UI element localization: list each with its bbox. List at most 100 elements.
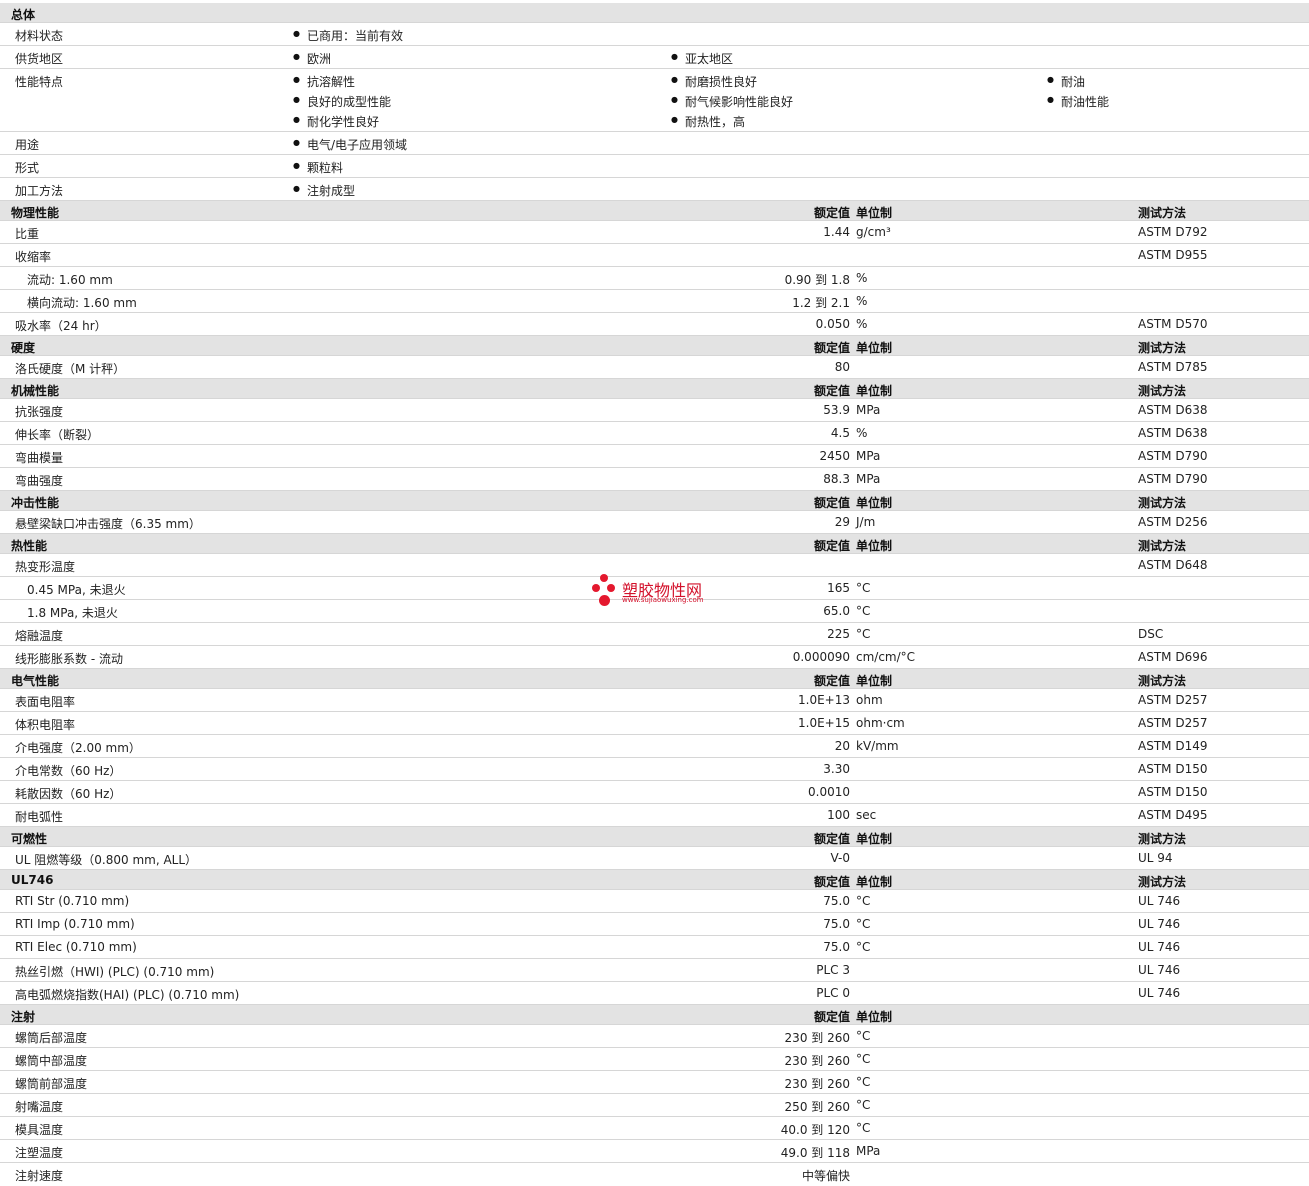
table-row: 耐电弧性 100 sec ASTM D495 [0,804,1309,827]
row-method: UL 746 [1138,963,1181,977]
row-method: UL 94 [1138,851,1173,865]
col-header-method: 测试方法 [1138,341,1187,355]
row-unit: °C [856,1075,871,1089]
row-unit: °C [856,1052,871,1066]
row-unit: °C [856,894,871,908]
list-item: 耐油 [1047,73,1085,90]
list-item: 耐热性，高 [671,113,745,130]
row-label: 模具温度 [15,1123,64,1137]
col-header-method: 测试方法 [1138,539,1187,553]
list-item: 电气/电子应用领域 [293,136,407,153]
row-label: RTI Imp (0.710 mm) [15,917,135,931]
list-item: 亚太地区 [671,50,733,67]
row-method: ASTM D785 [1138,360,1208,374]
section-title: UL746 [11,873,54,887]
table-row: 高电弧燃烧指数(HAI) (PLC) (0.710 mm) PLC 0 UL 7… [0,982,1309,1005]
row-method: ASTM D790 [1138,472,1208,486]
table-row: RTI Elec (0.710 mm) 75.0 °C UL 746 [0,936,1309,959]
row-unit: °C [856,917,871,931]
col-header-unit: 单位制 [856,206,893,220]
row-unit: ohm·cm [856,716,905,730]
row-label: 洛氏硬度（M 计秤） [15,362,126,376]
row-label: 高电弧燃烧指数(HAI) (PLC) (0.710 mm) [15,988,240,1002]
row-label: UL 阻燃等级（0.800 mm, ALL） [15,853,198,867]
row-label: 弯曲模量 [15,451,64,465]
row-label: 熔融温度 [15,629,64,643]
row-value: 20 [834,739,850,753]
row-unit: % [856,426,868,440]
col-header-unit: 单位制 [856,875,893,889]
table-row: 悬壁梁缺口冲击强度（6.35 mm） 29 J/m ASTM D256 [0,511,1309,534]
row-method: UL 746 [1138,986,1181,1000]
row-label: 线形膨胀系数 - 流动 [15,652,123,666]
table-row: 洛氏硬度（M 计秤） 80 ASTM D785 [0,356,1309,379]
table-row: 介电常数（60 Hz） 3.30 ASTM D150 [0,758,1309,781]
row-value: 65.0 [823,604,850,618]
row-label: 伸长率（断裂） [15,428,100,442]
row-unit: J/m [856,515,876,529]
row-value: PLC 3 [816,963,850,977]
table-row: 吸水率（24 hr） 0.050 % ASTM D570 [0,313,1309,336]
row-value: PLC 0 [816,986,850,1000]
row-value: 4.5 [830,426,850,440]
section-header-general: 总体 [0,3,1309,23]
table-row: 介电强度（2.00 mm） 20 kV/mm ASTM D149 [0,735,1309,758]
table-row: 横向流动: 1.60 mm 1.2 到 2.1 % [0,290,1309,313]
row-value: 3.30 [823,762,850,776]
row-label: 性能特点 [15,75,64,89]
row-method: ASTM D256 [1138,515,1208,529]
row-unit: °C [856,940,871,954]
row-value: 230 到 260 [784,1031,850,1045]
list-item: 颗粒料 [293,159,343,176]
section-title: 可燃性 [11,832,48,846]
table-row: RTI Str (0.710 mm) 75.0 °C UL 746 [0,890,1309,913]
table-row: 螺筒后部温度 230 到 260 °C [0,1025,1309,1048]
row-unit: MPa [856,449,881,463]
col-header-unit: 单位制 [856,341,893,355]
row-value: 75.0 [823,917,850,931]
row-value: 2450 [819,449,850,463]
section-title: 机械性能 [11,384,60,398]
row-method: ASTM D495 [1138,808,1208,822]
col-header-method: 测试方法 [1138,206,1187,220]
row-unit: °C [856,1121,871,1135]
row-method: ASTM D792 [1138,225,1208,239]
col-header-unit: 单位制 [856,384,893,398]
row-label: 热变形温度 [15,560,76,574]
row-method: UL 746 [1138,894,1181,908]
row-label: 螺筒前部温度 [15,1077,88,1091]
row-value: 中等偏快 [801,1169,850,1183]
row-value: 250 到 260 [784,1100,850,1114]
table-row: 形式 颗粒料 [0,155,1309,178]
row-unit: % [856,317,868,331]
row-value: 40.0 到 120 [780,1123,850,1137]
col-header-value: 额定值 [813,539,850,553]
table-row: 比重 1.44 g/cm³ ASTM D792 [0,221,1309,244]
section-header-electrical: 电气性能 额定值 单位制 测试方法 [0,669,1309,689]
table-row: 加工方法 注射成型 [0,178,1309,201]
row-value: 75.0 [823,894,850,908]
row-label: 介电强度（2.00 mm） [15,741,141,755]
table-row: 熔融温度 225 °C DSC [0,623,1309,646]
col-header-method: 测试方法 [1138,875,1187,889]
row-method: ASTM D150 [1138,785,1208,799]
col-header-value: 额定值 [813,674,850,688]
section-title: 物理性能 [11,206,60,220]
table-row: 表面电阻率 1.0E+13 ohm ASTM D257 [0,689,1309,712]
table-row: 注塑温度 49.0 到 118 MPa [0,1140,1309,1163]
table-row: 射嘴温度 250 到 260 °C [0,1094,1309,1117]
row-method: ASTM D638 [1138,403,1208,417]
table-row: RTI Imp (0.710 mm) 75.0 °C UL 746 [0,913,1309,936]
row-unit: °C [856,1098,871,1112]
section-header-physical: 物理性能 额定值 单位制 测试方法 [0,201,1309,221]
list-item: 耐化学性良好 [293,113,379,130]
row-value: 49.0 到 118 [780,1146,850,1160]
row-label: 介电常数（60 Hz） [15,764,122,778]
col-header-value: 额定值 [813,496,850,510]
row-value: V-0 [830,851,850,865]
row-value: 80 [834,360,850,374]
row-value: 0.0010 [808,785,850,799]
col-header-value: 额定值 [813,384,850,398]
table-row: 耗散因数（60 Hz） 0.0010 ASTM D150 [0,781,1309,804]
col-header-method: 测试方法 [1138,674,1187,688]
